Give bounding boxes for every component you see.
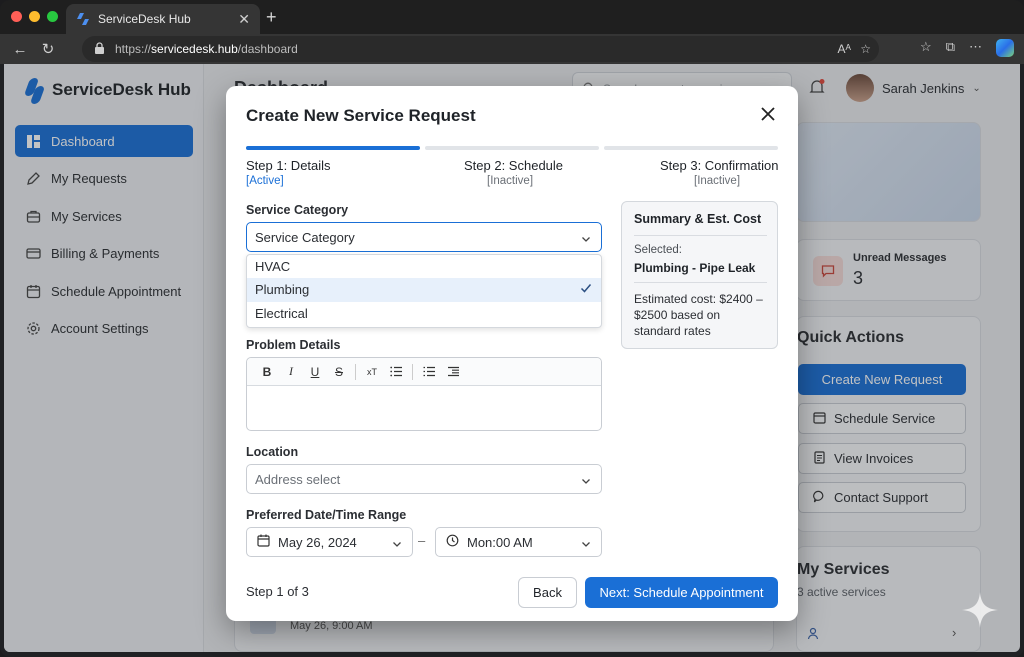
more-menu-icon[interactable]: ⋯ [969, 39, 982, 57]
time-picker[interactable]: Mon:00 AM [435, 527, 602, 557]
url-bar[interactable]: https://servicedesk.hub/dashboard Aᴬ ☆ [82, 36, 879, 62]
category-dropdown: HVAC Plumbing Electrical [246, 254, 602, 328]
progress-step-2 [425, 146, 599, 150]
bullet-list-icon[interactable] [417, 362, 441, 382]
address-bar-row: ← ↻ https://servicedesk.hub/dashboard Aᴬ… [0, 34, 1024, 64]
toolbar-divider [355, 363, 356, 380]
service-category-select[interactable]: Service Category [246, 222, 602, 252]
create-request-modal: Create New Service Request Step 1: Detai… [226, 86, 798, 621]
summary-card: Summary & Est. Cost Selected: Plumbing -… [621, 201, 778, 349]
toolbar-divider [412, 363, 413, 380]
read-aloud-icon[interactable]: Aᴬ [838, 42, 851, 56]
problem-details-editor: B I U S xT [246, 357, 602, 431]
clock-icon [446, 534, 459, 550]
editor-toolbar: B I U S xT [247, 358, 601, 386]
tab-bar: ServiceDesk Hub ✕ + [0, 0, 1024, 34]
option-label: Plumbing [255, 282, 310, 298]
time-value: Mon:00 AM [467, 534, 533, 550]
location-placeholder: Address select [255, 471, 341, 487]
browser-window: ServiceDesk Hub ✕ + ← ↻ https://serviced… [0, 0, 1024, 657]
option-electrical[interactable]: Electrical [247, 302, 601, 325]
minimize-window-button[interactable] [29, 11, 40, 22]
progress-step-1 [246, 146, 420, 150]
back-arrow-icon[interactable]: ← [6, 41, 34, 58]
url-path: /dashboard [237, 42, 298, 56]
date-range-separator: – [418, 533, 426, 548]
date-range-label: Preferred Date/Time Range [246, 508, 407, 522]
option-plumbing[interactable]: Plumbing [247, 278, 601, 302]
chevron-down-icon [581, 474, 591, 484]
url-scheme: https:// [115, 42, 152, 56]
next-schedule-button[interactable]: Next: Schedule Appointment [585, 577, 778, 608]
progress-step-3 [604, 146, 778, 150]
step-3-status: [Inactive] [694, 175, 741, 187]
step-counter: Step 1 of 3 [246, 584, 309, 599]
strikethrough-icon[interactable]: S [327, 362, 351, 382]
bold-icon[interactable]: B [255, 362, 279, 382]
numbered-list-icon[interactable] [384, 362, 408, 382]
step-3-label: Step 3: Confirmation [660, 158, 779, 173]
chevron-down-icon [581, 232, 591, 242]
window-controls [11, 11, 58, 22]
tab-title: ServiceDesk Hub [98, 12, 191, 26]
modal-title: Create New Service Request [246, 106, 476, 125]
option-label: HVAC [255, 259, 291, 275]
favorite-star-icon[interactable]: ☆ [860, 42, 871, 56]
close-tab-icon[interactable]: ✕ [238, 11, 250, 28]
chevron-down-icon [392, 537, 402, 547]
service-category-label: Service Category [246, 203, 349, 217]
date-value: May 26, 2024 [278, 534, 357, 550]
option-label: Electrical [255, 305, 308, 321]
location-label: Location [246, 445, 299, 459]
url-host: servicedesk.hub [151, 42, 238, 56]
summary-title: Summary & Est. Cost [634, 212, 762, 226]
step-2-label: Step 2: Schedule [464, 158, 564, 173]
summary-estimate: Estimated cost: $2400 – $2500 based on s… [634, 292, 763, 338]
back-button[interactable]: Back [518, 577, 577, 608]
step-1-label: Step 1: Details [246, 158, 331, 173]
copilot-icon[interactable] [996, 39, 1014, 57]
divider [634, 282, 767, 283]
summary-selected-label: Selected: [634, 244, 682, 256]
option-hvac[interactable]: HVAC [247, 255, 601, 278]
maximize-window-button[interactable] [47, 11, 58, 22]
new-tab-icon[interactable]: + [266, 7, 277, 28]
date-picker[interactable]: May 26, 2024 [246, 527, 413, 557]
reload-icon[interactable]: ↻ [34, 40, 62, 58]
sparkle-icon [960, 590, 1000, 630]
tab-favicon-icon [76, 12, 90, 26]
superscript-icon[interactable]: xT [360, 362, 384, 382]
problem-details-textarea[interactable] [247, 386, 601, 430]
checkmark-icon [579, 281, 593, 295]
chevron-down-icon [581, 537, 591, 547]
favorites-icon[interactable]: ☆ [920, 39, 932, 57]
calendar-icon [257, 534, 270, 550]
step-1-status: [Active] [246, 175, 284, 187]
close-window-button[interactable] [11, 11, 22, 22]
summary-selected-value: Plumbing - Pipe Leak [634, 261, 756, 275]
step-2-status: [Inactive] [487, 175, 534, 187]
divider [634, 235, 767, 236]
lock-icon [94, 41, 105, 57]
browser-toolbar: ☆ ⧉ ⋯ [920, 39, 1014, 57]
location-select[interactable]: Address select [246, 464, 602, 494]
collections-icon[interactable]: ⧉ [946, 39, 955, 57]
select-value: Service Category [255, 229, 355, 245]
italic-icon[interactable]: I [279, 362, 303, 382]
underline-icon[interactable]: U [303, 362, 327, 382]
indent-icon[interactable] [441, 362, 465, 382]
close-icon[interactable] [760, 106, 776, 122]
browser-tab[interactable]: ServiceDesk Hub ✕ [66, 4, 260, 34]
problem-details-label: Problem Details [246, 338, 341, 352]
